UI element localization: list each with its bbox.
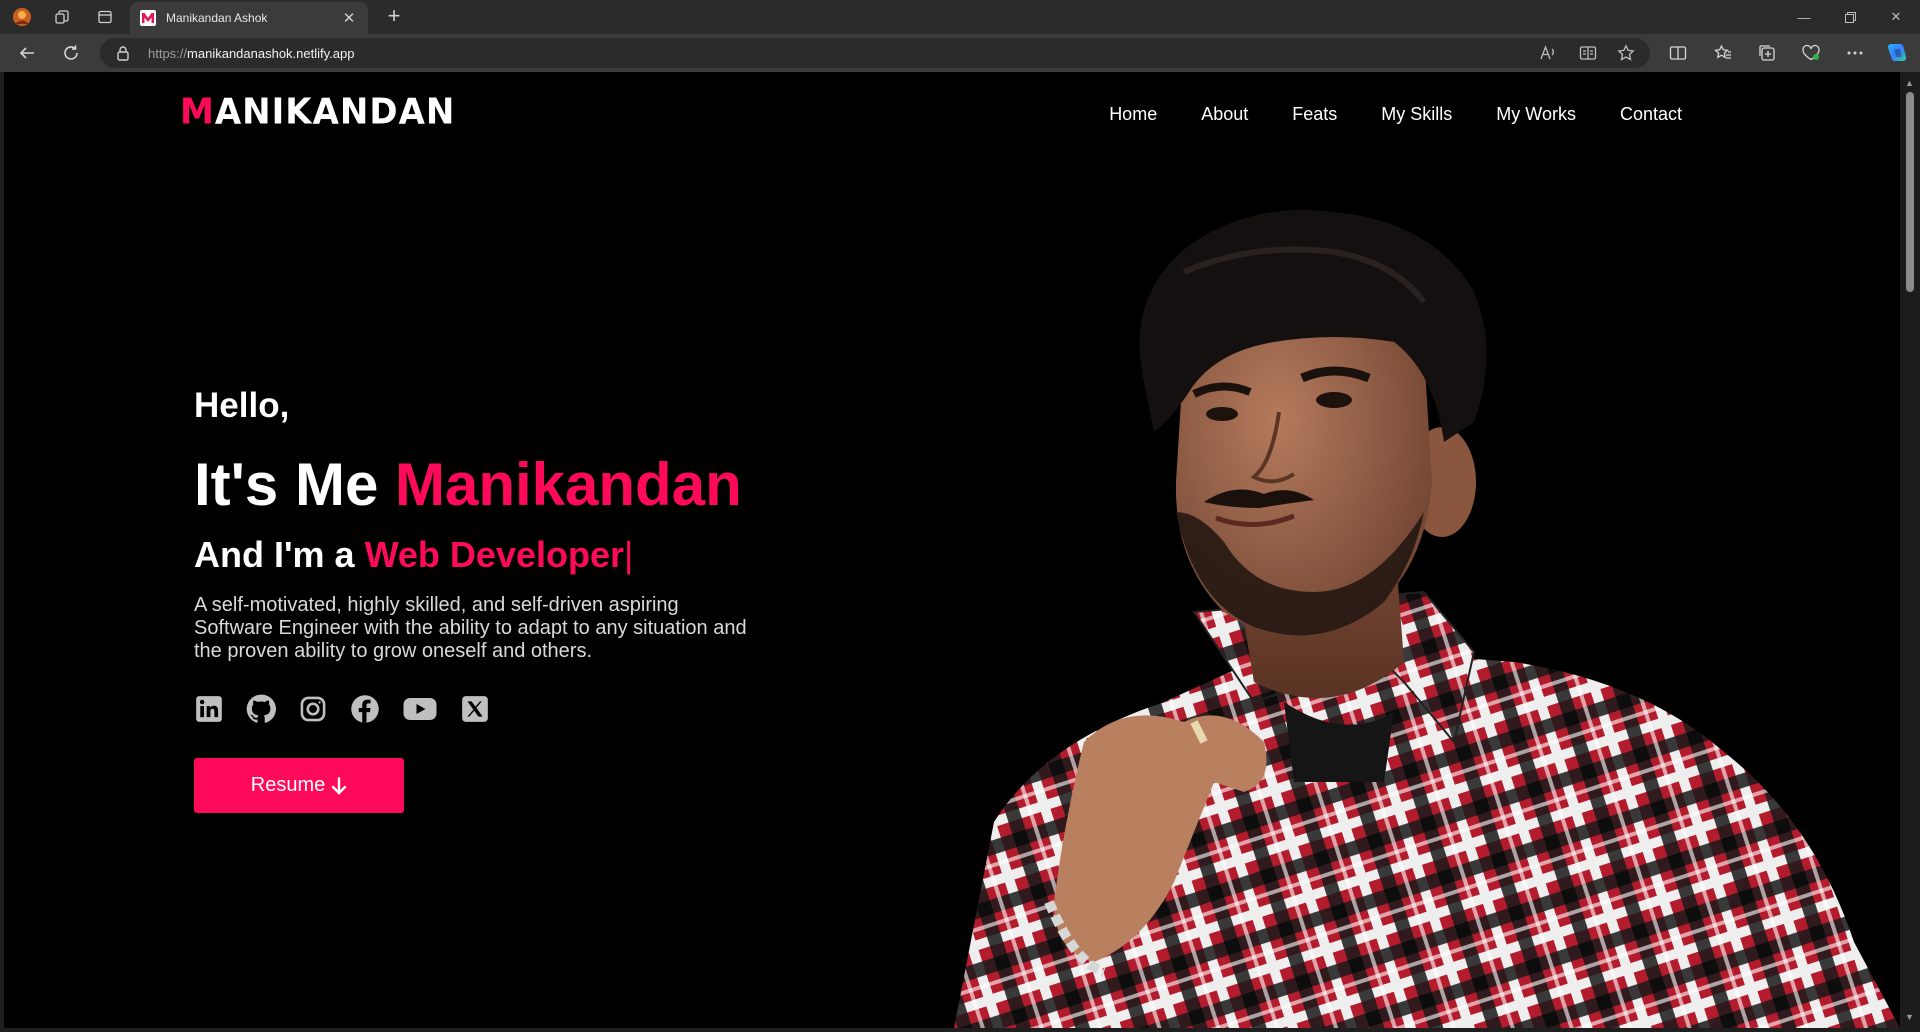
facebook-icon[interactable] <box>350 694 380 724</box>
x-icon[interactable] <box>460 694 490 724</box>
arrow-down-icon <box>332 776 347 795</box>
instagram-icon[interactable] <box>298 694 328 724</box>
close-window-icon[interactable]: ✕ <box>1873 0 1919 34</box>
favorite-star-icon[interactable] <box>1613 41 1639 65</box>
nav-link-my-works[interactable]: My Works <box>1496 104 1576 125</box>
nav-link-my-skills[interactable]: My Skills <box>1381 104 1452 125</box>
favorites-icon[interactable] <box>1710 41 1736 65</box>
collections-icon[interactable] <box>1754 41 1780 65</box>
hero-name: Manikandan <box>394 451 742 518</box>
web-page: MANIKANDAN Home About Feats My Skills My… <box>4 72 1900 1028</box>
hero-greeting: Hello, <box>194 386 290 425</box>
split-screen-icon[interactable] <box>1665 41 1691 65</box>
new-tab-icon[interactable]: + <box>382 4 406 28</box>
tab-actions-icon[interactable] <box>94 6 116 28</box>
back-icon[interactable] <box>14 41 40 65</box>
profile-avatar-icon[interactable] <box>11 6 33 28</box>
address-bar[interactable]: https://manikandanashok.netlify.app <box>100 38 1650 68</box>
hero-heading: It's Me Manikandan <box>194 451 742 518</box>
social-links <box>194 694 490 724</box>
copilot-icon[interactable] <box>1884 41 1910 65</box>
profile-photo <box>954 210 1900 1028</box>
site-favicon-icon <box>140 10 156 26</box>
lock-icon[interactable] <box>116 45 130 66</box>
restore-icon[interactable] <box>1827 0 1873 34</box>
url-text: https://manikandanashok.netlify.app <box>148 46 355 61</box>
scroll-up-icon[interactable]: ▲ <box>1905 78 1914 88</box>
page-scrollbar[interactable]: ▲ ▼ <box>1900 72 1920 1032</box>
nav-link-feats[interactable]: Feats <box>1292 104 1337 125</box>
site-logo[interactable]: MANIKANDAN <box>180 91 455 133</box>
browser-essentials-icon[interactable] <box>1798 41 1824 65</box>
nav-link-contact[interactable]: Contact <box>1620 104 1682 125</box>
resume-button[interactable]: Resume <box>194 758 404 813</box>
more-menu-icon[interactable] <box>1842 41 1868 65</box>
typed-role: Web Developer <box>364 534 624 575</box>
typing-caret: | <box>624 534 634 575</box>
browser-toolbar: https://manikandanashok.netlify.app <box>0 34 1920 72</box>
linkedin-icon[interactable] <box>194 694 224 724</box>
resume-label: Resume <box>250 774 326 796</box>
github-icon[interactable] <box>246 694 276 724</box>
youtube-icon[interactable] <box>402 694 438 724</box>
tab-title: Manikandan Ashok <box>166 11 268 25</box>
active-tab[interactable]: Manikandan Ashok ✕ <box>130 2 368 34</box>
minimize-icon[interactable]: — <box>1781 0 1827 34</box>
hero-role: And I'm a Web Developer| <box>194 534 634 575</box>
browser-tab-bar: Manikandan Ashok ✕ + — ✕ <box>0 0 1920 34</box>
scrollbar-thumb[interactable] <box>1906 92 1914 292</box>
main-nav: Home About Feats My Skills My Works Cont… <box>1109 104 1682 125</box>
scroll-down-icon[interactable]: ▼ <box>1905 1012 1914 1022</box>
immersive-reader-icon[interactable] <box>1575 41 1601 65</box>
workspaces-icon[interactable] <box>51 6 73 28</box>
hero-description: A self-motivated, highly skilled, and se… <box>194 594 747 662</box>
nav-link-about[interactable]: About <box>1201 104 1248 125</box>
nav-link-home[interactable]: Home <box>1109 104 1157 125</box>
read-aloud-icon[interactable] <box>1535 41 1561 65</box>
tab-close-icon[interactable]: ✕ <box>340 9 358 27</box>
reload-icon[interactable] <box>58 41 84 65</box>
